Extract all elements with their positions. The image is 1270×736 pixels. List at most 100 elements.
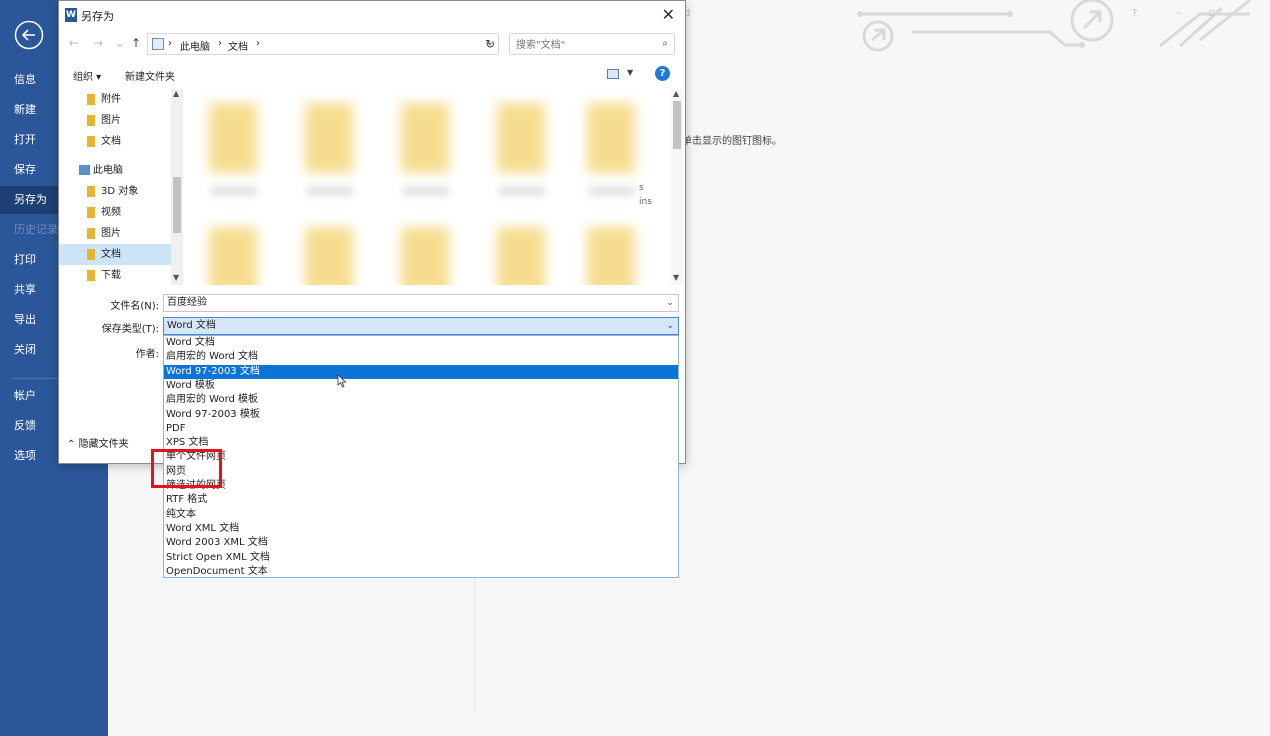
crumb-sep-icon: ›: [218, 38, 222, 49]
back-arrow-icon[interactable]: [14, 20, 44, 50]
search-input[interactable]: [514, 36, 658, 54]
file-list-scrollbar[interactable]: ▲ ▼: [671, 89, 683, 285]
tree-item[interactable]: 图片: [59, 110, 171, 131]
blurred-folder-icon[interactable]: [587, 103, 635, 173]
tree-item[interactable]: 文档: [59, 131, 171, 152]
tree-item[interactable]: 文档: [59, 244, 171, 265]
folder-icon: [87, 94, 95, 105]
forward-nav-icon[interactable]: →: [93, 36, 103, 50]
filetype-option[interactable]: RTF 格式: [164, 493, 678, 507]
back-nav-icon[interactable]: ←: [69, 36, 79, 50]
tree-item[interactable]: 视频: [59, 202, 171, 223]
filename-label: 文件名(N):: [110, 301, 159, 312]
tree-item-label: 图片: [101, 228, 121, 239]
pc-icon: [79, 165, 90, 175]
filetype-option[interactable]: 筛选过的网页: [164, 479, 678, 493]
tree-item-label: 附件: [101, 94, 121, 105]
filetype-option[interactable]: Word 97-2003 文档: [164, 364, 678, 379]
folder-icon: [87, 186, 95, 197]
blurred-folder-icon[interactable]: [497, 227, 545, 285]
maximize-icon[interactable]: ▫: [1208, 6, 1215, 19]
filetype-option[interactable]: Word 文档: [164, 336, 678, 350]
address-bar[interactable]: › 此电脑 › 文档 › ⌄: [147, 33, 499, 55]
tree-scrollbar[interactable]: ▲ ▼: [171, 89, 183, 285]
tree-item-label: 文档: [101, 136, 121, 147]
blurred-file-label: [403, 187, 449, 195]
filetype-option[interactable]: 启用宏的 Word 模板: [164, 393, 678, 407]
help-icon[interactable]: ?: [1132, 8, 1137, 19]
filetype-option[interactable]: PDF: [164, 422, 678, 436]
minimize-icon[interactable]: –: [1176, 6, 1182, 19]
annotation-highlight-box: [151, 449, 222, 488]
filetype-option[interactable]: 纯文本: [164, 508, 678, 522]
filetype-option[interactable]: 单个文件网页: [164, 450, 678, 464]
filetype-label: 保存类型(T):: [101, 324, 159, 335]
folder-icon: [87, 207, 95, 218]
filename-field[interactable]: 百度经验 ⌄: [163, 294, 679, 312]
tree-item[interactable]: 下载: [59, 265, 171, 285]
navigation-tree: 附件 图片 文档 此电脑 3D 对象 视频 图片 文档 下载: [59, 89, 183, 285]
new-folder-button[interactable]: 新建文件夹: [125, 68, 175, 83]
breadcrumb-documents[interactable]: 文档: [228, 38, 248, 53]
filetype-option[interactable]: 启用宏的 Word 文档: [164, 350, 678, 364]
help-icon[interactable]: ?: [655, 66, 670, 81]
tree-item[interactable]: 图片: [59, 223, 171, 244]
blurred-file-label: [589, 187, 635, 195]
blurred-folder-icon[interactable]: [305, 103, 353, 173]
recent-locations-icon[interactable]: ⌄: [115, 36, 125, 50]
dialog-titlebar: W 另存为 ✕: [59, 1, 685, 29]
dialog-toolbar: 组织 ▾ 新建文件夹 ▼ ?: [59, 63, 685, 87]
author-label: 作者:: [135, 349, 159, 360]
folder-icon: [87, 249, 95, 260]
scroll-up-icon[interactable]: ▲: [673, 89, 679, 98]
scroll-down-icon[interactable]: ▼: [673, 273, 679, 282]
chevron-up-icon: ⌃: [67, 439, 76, 450]
blurred-folder-icon[interactable]: [209, 227, 257, 285]
tree-item-label: 3D 对象: [101, 186, 139, 197]
filetype-option[interactable]: Word 97-2003 模板: [164, 408, 678, 422]
mouse-cursor-icon: [337, 374, 347, 388]
blurred-file-label: [211, 187, 257, 195]
filetype-option[interactable]: 网页: [164, 465, 678, 479]
blurred-folder-icon[interactable]: [497, 103, 545, 173]
tree-item-label: 文档: [101, 249, 121, 260]
filetype-value: Word 文档: [167, 320, 216, 331]
chevron-down-icon[interactable]: ⌄: [666, 295, 674, 311]
search-box[interactable]: ⌕: [509, 33, 675, 55]
tree-item[interactable]: 3D 对象: [59, 181, 171, 202]
this-pc-icon: [152, 38, 164, 50]
blurred-folder-icon[interactable]: [587, 227, 635, 285]
chevron-down-icon[interactable]: ⌄: [666, 318, 674, 334]
filetype-option[interactable]: Word 模板: [164, 379, 678, 393]
crumb-sep-icon: ›: [168, 38, 172, 49]
view-dropdown-icon[interactable]: ▼: [627, 68, 633, 77]
refresh-icon[interactable]: ↻: [485, 37, 495, 51]
filename-value: 百度经验: [167, 297, 207, 308]
scroll-up-icon[interactable]: ▲: [173, 89, 179, 98]
breadcrumb-this-pc[interactable]: 此电脑: [180, 38, 210, 53]
filetype-option[interactable]: Strict Open XML 文档: [164, 551, 678, 565]
scroll-thumb[interactable]: [673, 101, 681, 149]
organize-button[interactable]: 组织 ▾: [73, 68, 101, 83]
blurred-folder-icon[interactable]: [305, 227, 353, 285]
blurred-file-label: [307, 187, 353, 195]
close-icon[interactable]: ✕: [662, 5, 675, 24]
filetype-option[interactable]: Word XML 文档: [164, 522, 678, 536]
filetype-option[interactable]: XPS 文档: [164, 436, 678, 450]
word-app-icon: W: [65, 8, 77, 22]
scroll-thumb[interactable]: [173, 177, 181, 233]
view-options-icon[interactable]: [607, 69, 619, 79]
filetype-select[interactable]: Word 文档 ⌄: [163, 317, 679, 335]
filetype-option[interactable]: Word 2003 XML 文档: [164, 536, 678, 550]
filetype-dropdown-list[interactable]: Word 文档 启用宏的 Word 文档 Word 97-2003 文档 Word 模…: [163, 335, 679, 578]
blurred-folder-icon[interactable]: [209, 103, 257, 173]
blurred-folder-icon[interactable]: [401, 103, 449, 173]
filetype-option[interactable]: OpenDocument 文本: [164, 565, 678, 577]
hide-folders-button[interactable]: ⌃ 隐藏文件夹: [67, 435, 129, 450]
peek-text: s: [639, 183, 644, 193]
tree-item[interactable]: 此电脑: [59, 160, 171, 181]
up-folder-icon[interactable]: ↑: [131, 36, 141, 50]
scroll-down-icon[interactable]: ▼: [173, 273, 179, 282]
blurred-folder-icon[interactable]: [401, 227, 449, 285]
tree-item[interactable]: 附件: [59, 89, 171, 110]
